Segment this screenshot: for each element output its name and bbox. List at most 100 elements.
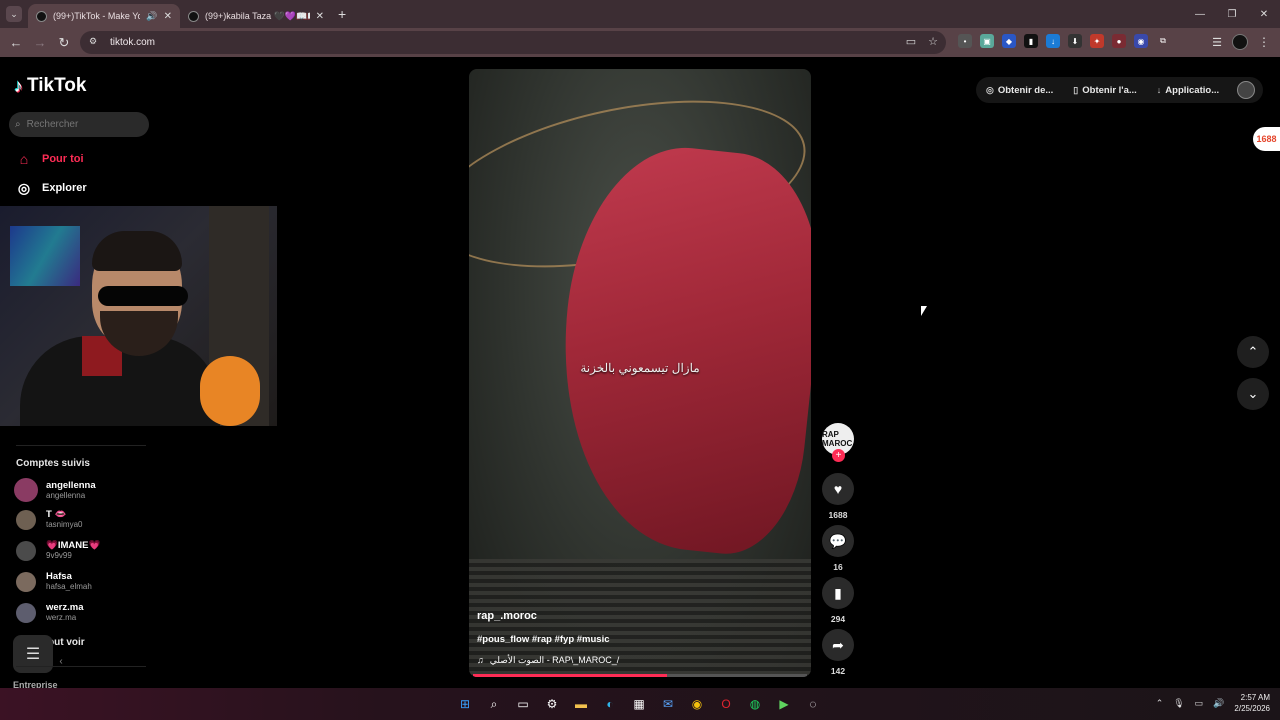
account-handle: 9v9v99 [46, 551, 72, 560]
tab-title: (99+)TikTok - Make Your Da [53, 11, 141, 21]
site-info-icon[interactable]: ⚙ [86, 36, 100, 50]
opera-icon[interactable]: O [716, 694, 736, 714]
forward-button[interactable]: → [28, 35, 52, 50]
chevron-up-icon[interactable]: ⌃ [1156, 698, 1164, 709]
coin-icon: ◎ [986, 84, 994, 95]
side-extension-badge[interactable]: 1688 [1253, 127, 1280, 151]
video-player[interactable]: مازال تيسمعوني بالخزنة rap_.moroc #pous_… [469, 69, 811, 677]
tab-tiktok[interactable]: (99+)TikTok - Make Your Da 🔊 ✕ [28, 4, 180, 28]
share-action[interactable]: ➦ 142 [822, 629, 854, 676]
clock[interactable]: 2:57 AM 2/25/2026 [1234, 692, 1270, 714]
puzzle-extensions-icon[interactable]: ⧉ [1156, 34, 1170, 48]
tab-search-button[interactable]: ⌄ [6, 6, 22, 22]
account-name: 💗IMANE💗 [46, 540, 101, 551]
account-name: werz.ma [46, 602, 84, 613]
speaker-icon[interactable]: 🔊 [146, 11, 157, 22]
followed-account[interactable]: 💗IMANE💗 9v9v99 [14, 540, 100, 561]
spotify-icon[interactable]: ◍ [745, 694, 765, 714]
extension-icon[interactable]: • [958, 34, 972, 48]
bookmark-star-icon[interactable]: ☆ [928, 35, 938, 48]
followed-account[interactable]: T 👄 tasnimya0 [14, 509, 82, 530]
file-explorer-icon[interactable]: ▬ [571, 694, 591, 714]
cast-icon[interactable]: ▭ [906, 35, 916, 48]
windows-start-icon[interactable]: ⊞ [455, 694, 475, 714]
comment-action[interactable]: 💬 16 [822, 525, 854, 572]
address-bar[interactable]: ⚙ tiktok.com ▭ ☆ [80, 31, 946, 54]
volume-icon[interactable]: 🔊 [1213, 698, 1224, 709]
settings-gear-icon[interactable]: ⚙ [542, 694, 562, 714]
microphone-icon[interactable]: 🎙 [1173, 698, 1184, 709]
bookmark-icon[interactable]: ▮ [822, 577, 854, 609]
follow-plus-icon[interactable]: + [832, 449, 845, 462]
floating-menu-button[interactable]: ☰ [13, 635, 53, 673]
nav-for-you[interactable]: ⌂ Pour toi [16, 151, 84, 167]
stack-icon: ☰ [25, 646, 41, 663]
followed-accounts-title: Comptes suivis [16, 458, 90, 469]
comment-icon[interactable]: 💬 [822, 525, 854, 557]
tiktok-logo[interactable]: ♪ TikTok [14, 75, 86, 97]
search-icon[interactable]: ⌕ [484, 694, 504, 714]
tab-close-icon[interactable]: ✕ [164, 11, 172, 22]
menu-kebab-icon[interactable]: ⋮ [1258, 35, 1270, 49]
followed-account[interactable]: Hafsa hafsa_elmah [14, 571, 92, 592]
network-icon[interactable]: ▭ [1195, 698, 1204, 709]
new-tab-button[interactable]: + [338, 6, 346, 22]
outlook-icon[interactable]: ✉ [658, 694, 678, 714]
extension-icon[interactable]: ⬇ [1068, 34, 1082, 48]
profile-avatar[interactable] [1232, 34, 1248, 50]
chrome-icon[interactable]: ◉ [687, 694, 707, 714]
share-icon[interactable]: ➦ [822, 629, 854, 661]
music-title: الصوت الأصلي - RAP\_MAROC_/ [489, 655, 620, 665]
followed-account[interactable]: werz.ma werz.ma [14, 602, 84, 623]
close-window-icon[interactable]: ✕ [1248, 9, 1280, 20]
reading-list-icon[interactable]: ☰ [1212, 36, 1222, 49]
extension-icon[interactable]: ✦ [1090, 34, 1104, 48]
save-action[interactable]: ▮ 294 [822, 577, 854, 624]
account-handle: angellenna [46, 490, 86, 500]
extension-icon[interactable]: ◉ [1134, 34, 1148, 48]
get-app-button[interactable]: ▯ Obtenir l'a... [1063, 85, 1146, 96]
task-view-icon[interactable]: ▭ [513, 694, 533, 714]
video-progress-bar[interactable] [473, 674, 807, 677]
extension-icon[interactable]: ▮ [1024, 34, 1038, 48]
extension-icon[interactable]: ● [1112, 34, 1126, 48]
divider [16, 445, 146, 446]
button-label: Obtenir de... [997, 84, 1054, 96]
search-input[interactable] [26, 119, 137, 130]
store-icon[interactable]: ▦ [629, 694, 649, 714]
reload-button[interactable]: ↻ [52, 35, 76, 51]
download-icon: ↓ [1156, 85, 1162, 95]
media-player-icon[interactable]: ▶ [774, 694, 794, 714]
video-author[interactable]: rap_.moroc [477, 610, 537, 622]
desktop-app-button[interactable]: ↓ Applicatio... [1147, 85, 1229, 96]
extension-icon[interactable]: ▣ [980, 34, 994, 48]
nav-explore[interactable]: ◎ Explorer [16, 180, 87, 196]
video-description[interactable]: #pous_flow #rap #fyp #music [477, 634, 610, 645]
search-box[interactable]: ⌕ [9, 112, 149, 137]
browser-toolbar: ← → ↻ ⚙ tiktok.com ▭ ☆ • ▣ ◆ ▮ ↓ ⬇ ✦ ● ◉… [0, 28, 1280, 57]
get-coins-button[interactable]: ◎ Obtenir de... [976, 85, 1063, 96]
like-action[interactable]: ♥ 1688 [822, 473, 854, 520]
taskbar-icons: ⊞ ⌕ ▭ ⚙ ▬ ◐ ▦ ✉ ◉ O ◍ ▶ ◌ [455, 694, 823, 714]
next-video-button[interactable]: ⌄ [1237, 378, 1269, 410]
see-all-link[interactable]: out voir [48, 637, 85, 648]
tab-close-icon[interactable]: ✕ [316, 11, 324, 22]
button-label: Applicatio... [1165, 84, 1220, 96]
followed-account[interactable]: angellenna angellenna [14, 478, 96, 502]
minimize-icon[interactable]: — [1184, 9, 1216, 20]
video-music[interactable]: ♫ الصوت الأصلي - RAP\_MAROC_/ [477, 655, 619, 666]
restore-icon[interactable]: ❐ [1216, 9, 1248, 20]
app-icon[interactable]: ◌ [803, 694, 823, 714]
user-avatar[interactable] [1237, 81, 1256, 99]
company-link[interactable]: Entreprise [13, 680, 58, 688]
extension-icon[interactable]: ◆ [1002, 34, 1016, 48]
heart-icon[interactable]: ♥ [822, 473, 854, 505]
tab-kabila[interactable]: (99+)kabila Taza 🖤💜📖📖🪄🧚 ✕ [180, 4, 332, 28]
previous-video-button[interactable]: ⌃ [1237, 336, 1269, 368]
edge-icon[interactable]: ◐ [600, 694, 620, 714]
account-name: Hafsa [46, 571, 72, 582]
collapse-chevron-icon[interactable]: ‹ [54, 656, 68, 670]
back-button[interactable]: ← [4, 35, 28, 50]
download-extension-icon[interactable]: ↓ [1046, 34, 1060, 48]
avatar [16, 540, 36, 561]
